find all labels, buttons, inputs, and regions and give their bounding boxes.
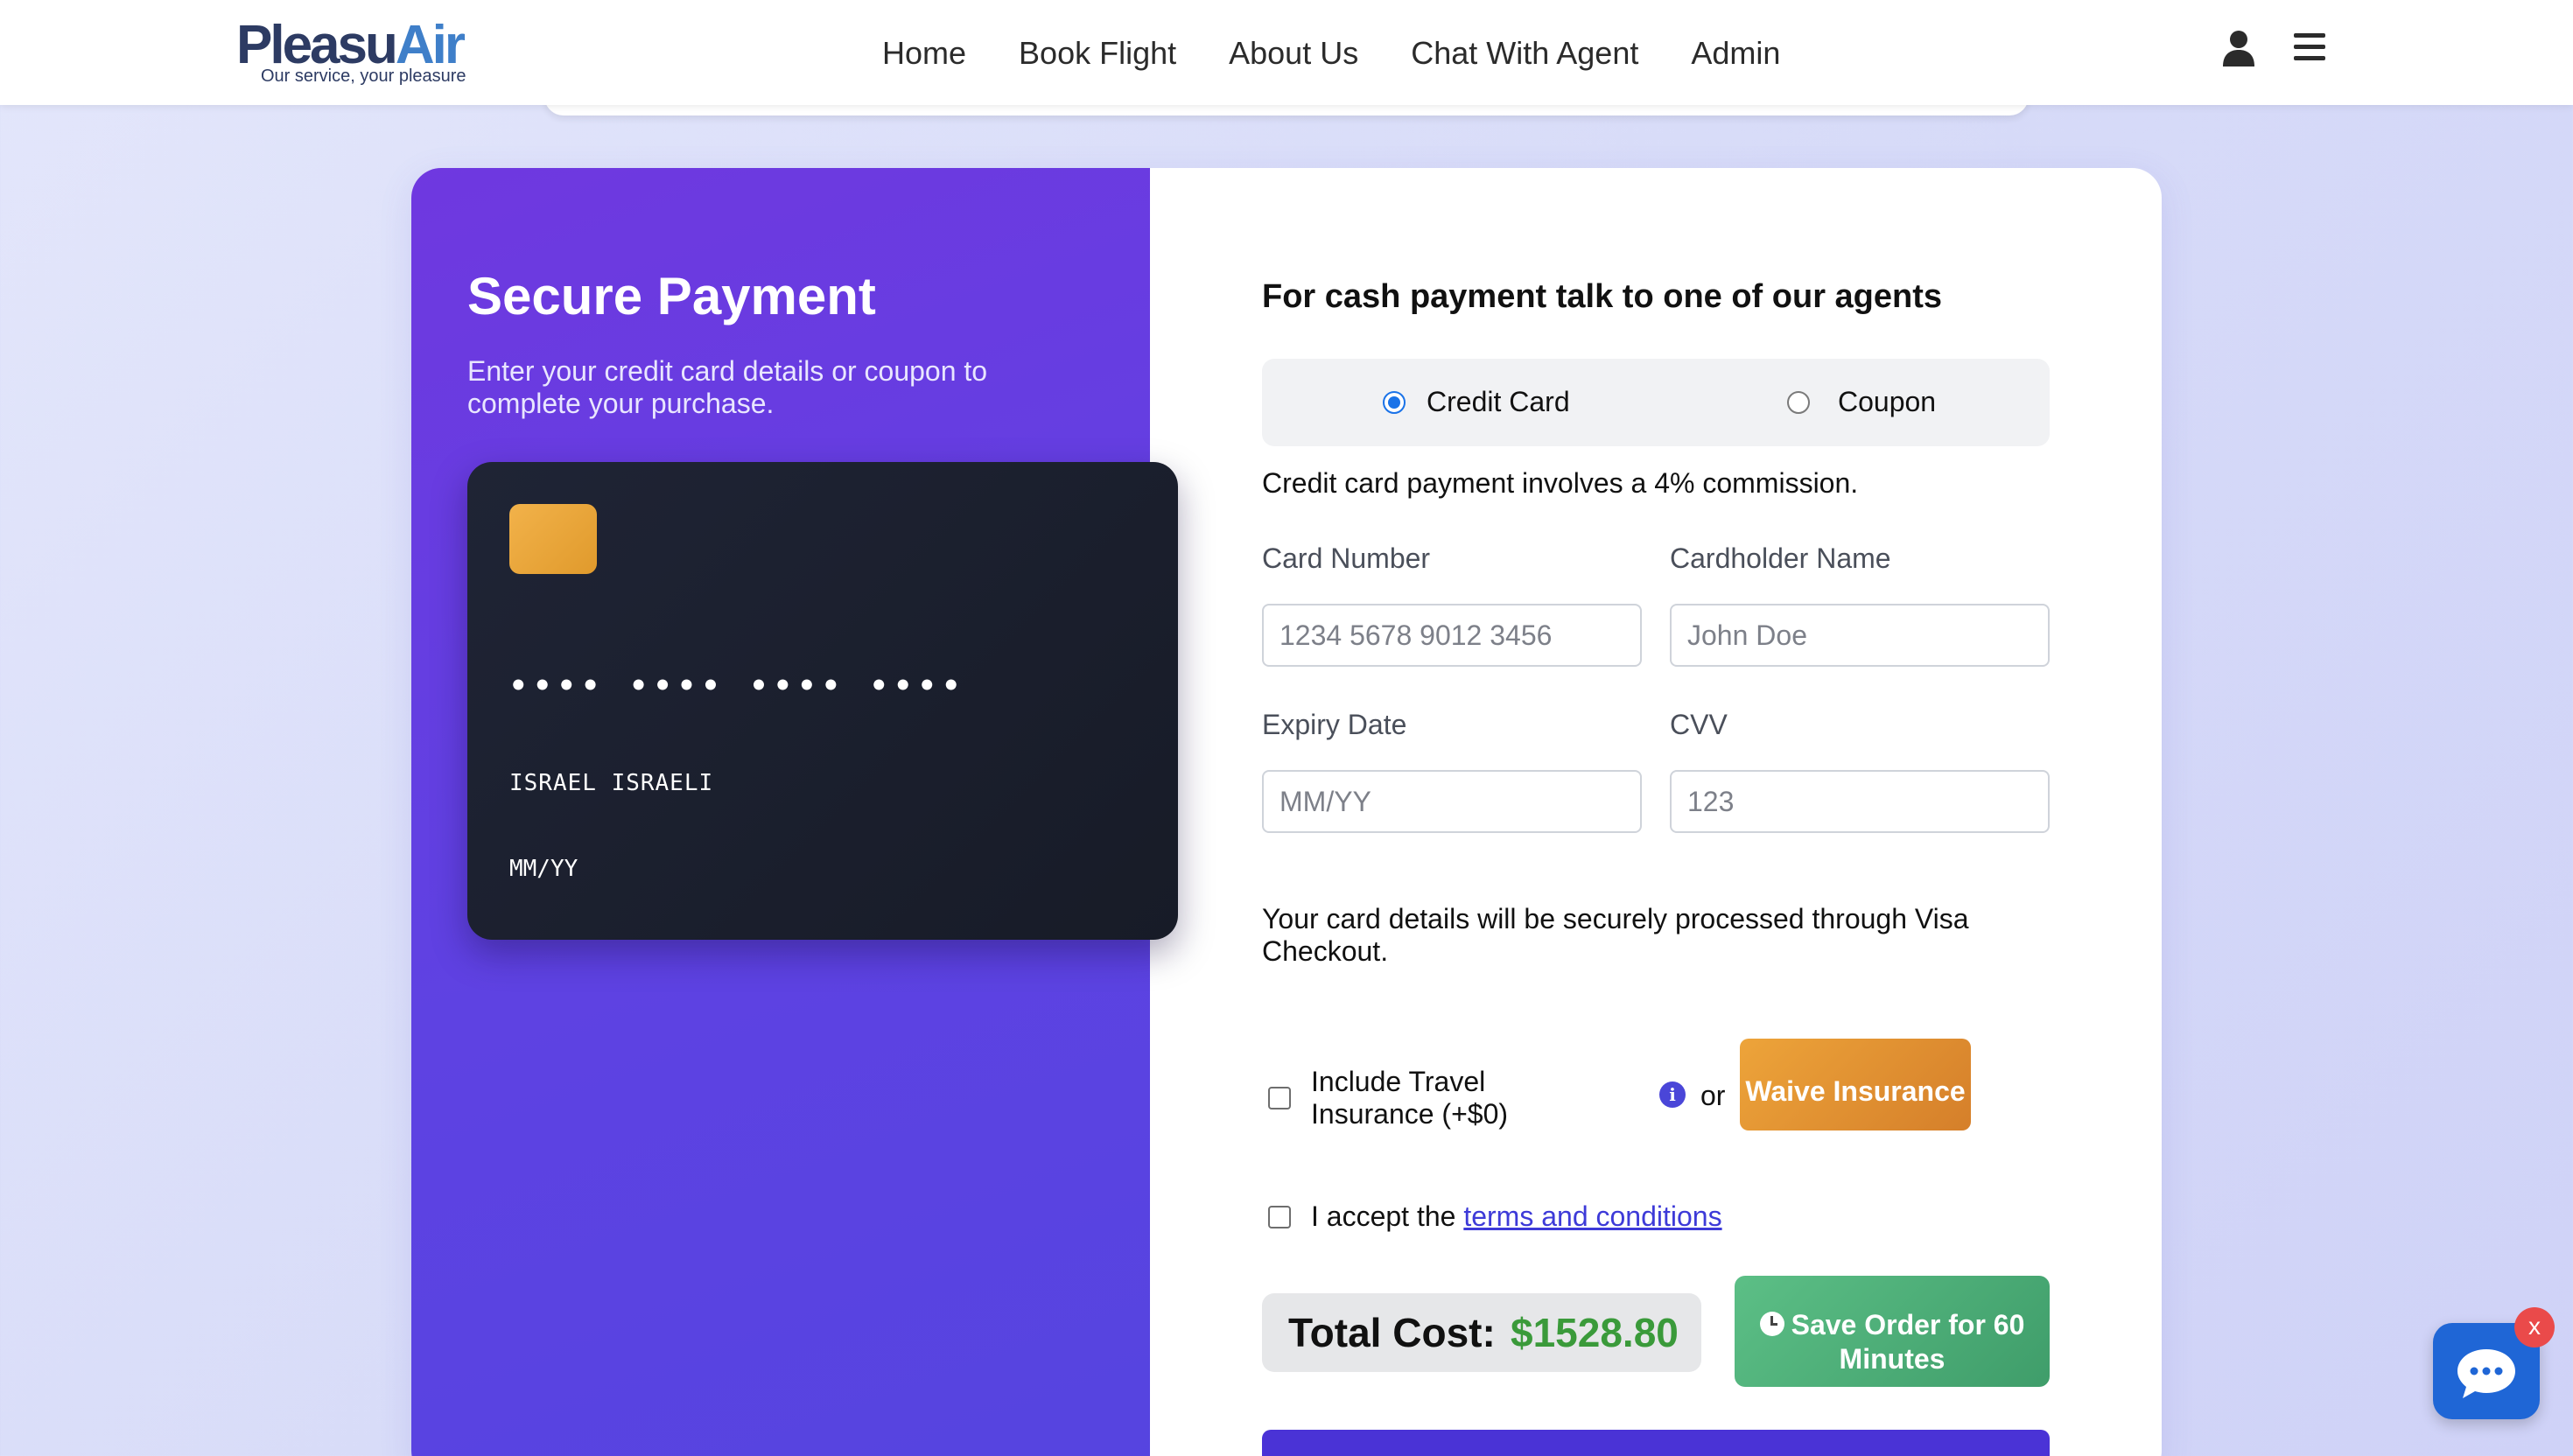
cash-payment-note: For cash payment talk to one of our agen… <box>1262 278 1943 315</box>
nav-admin[interactable]: Admin <box>1691 32 1780 75</box>
card-chip-icon <box>509 504 597 574</box>
nav-about-us[interactable]: About Us <box>1229 32 1358 75</box>
nav-book-flight[interactable]: Book Flight <box>1019 32 1176 75</box>
radio-credit-card[interactable] <box>1383 391 1406 414</box>
commission-note: Credit card payment involves a 4% commis… <box>1262 467 1859 499</box>
insurance-checkbox[interactable] <box>1268 1087 1291 1110</box>
save-order-button[interactable]: Save Order for 60 Minutes <box>1735 1276 2050 1387</box>
terms-link[interactable]: terms and conditions <box>1463 1200 1721 1232</box>
secure-payment-subtitle: Enter your credit card details or coupon… <box>467 355 988 419</box>
terms-checkbox[interactable] <box>1268 1206 1291 1228</box>
card-preview-number: •••• •••• •••• •••• <box>509 668 966 704</box>
total-cost-box: Total Cost: $1528.80 <box>1262 1293 1701 1372</box>
radio-coupon[interactable] <box>1787 391 1810 414</box>
credit-card-preview: •••• •••• •••• •••• ISRAEL ISRAELI MM/YY <box>467 462 1178 940</box>
info-icon[interactable]: i <box>1659 1082 1686 1108</box>
card-number-input[interactable] <box>1262 604 1642 667</box>
waive-insurance-button[interactable]: Waive Insurance <box>1740 1039 1971 1130</box>
menu-icon[interactable] <box>2292 32 2327 63</box>
clock-icon <box>1759 1312 1784 1336</box>
method-credit-card-label[interactable]: Credit Card <box>1427 384 1570 419</box>
cardholder-name-input[interactable] <box>1670 604 2050 667</box>
logo-tagline: Our service, your pleasure <box>261 66 466 86</box>
chat-close-button[interactable]: x <box>2514 1307 2555 1348</box>
or-text: or <box>1700 1080 1726 1111</box>
total-cost-label: Total Cost: <box>1288 1310 1496 1355</box>
card-preview-expiry: MM/YY <box>509 856 578 882</box>
secure-payment-title: Secure Payment <box>467 267 876 326</box>
save-order-label: Save Order for 60 Minutes <box>1791 1309 2025 1375</box>
top-navbar: PleasuAir Our service, your pleasure Hom… <box>0 0 2573 105</box>
nav-home[interactable]: Home <box>882 32 966 75</box>
visa-checkout-note: Your card details will be securely proce… <box>1262 903 1969 967</box>
insurance-label[interactable]: Include Travel Insurance (+$0) <box>1311 1066 1574 1130</box>
card-preview-holder: ISRAEL ISRAELI <box>509 770 714 796</box>
terms-label: I accept the terms and conditions <box>1311 1200 1722 1233</box>
total-cost-value: $1528.80 <box>1511 1310 1679 1355</box>
terms-prefix: I accept the <box>1311 1200 1464 1232</box>
pay-submit-button[interactable] <box>1262 1430 2050 1456</box>
cardholder-name-label: Cardholder Name <box>1670 542 1891 574</box>
nav-chat-with-agent[interactable]: Chat With Agent <box>1411 32 1638 75</box>
payment-method-selector: Credit Card Coupon <box>1262 359 2050 446</box>
brand-logo[interactable]: PleasuAir Our service, your pleasure <box>236 14 481 89</box>
cvv-label: CVV <box>1670 709 1728 740</box>
method-coupon-label[interactable]: Coupon <box>1838 384 1936 419</box>
expiry-date-label: Expiry Date <box>1262 709 1407 740</box>
card-number-label: Card Number <box>1262 542 1431 574</box>
expiry-date-input[interactable] <box>1262 770 1642 833</box>
nav-links: Home Book Flight About Us Chat With Agen… <box>882 32 1780 75</box>
user-icon[interactable] <box>2221 30 2256 66</box>
cvv-input[interactable] <box>1670 770 2050 833</box>
